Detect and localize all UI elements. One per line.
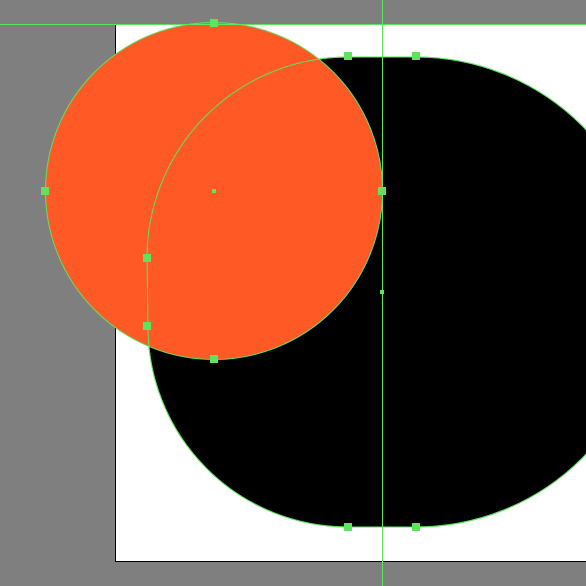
anchor-handle[interactable] xyxy=(210,355,218,363)
anchor-handle[interactable] xyxy=(344,523,352,531)
canvas-viewport[interactable] xyxy=(0,0,586,586)
anchor-handle[interactable] xyxy=(143,254,151,262)
anchor-handle[interactable] xyxy=(412,52,420,60)
anchor-handle[interactable] xyxy=(378,187,386,195)
center-point[interactable] xyxy=(380,290,384,294)
anchor-handle[interactable] xyxy=(412,523,420,531)
center-point[interactable] xyxy=(212,189,216,193)
anchor-handle[interactable] xyxy=(344,52,352,60)
anchor-handle[interactable] xyxy=(41,187,49,195)
anchor-handle[interactable] xyxy=(210,19,218,27)
anchor-handle[interactable] xyxy=(143,322,151,330)
canvas-svg[interactable] xyxy=(0,0,586,586)
